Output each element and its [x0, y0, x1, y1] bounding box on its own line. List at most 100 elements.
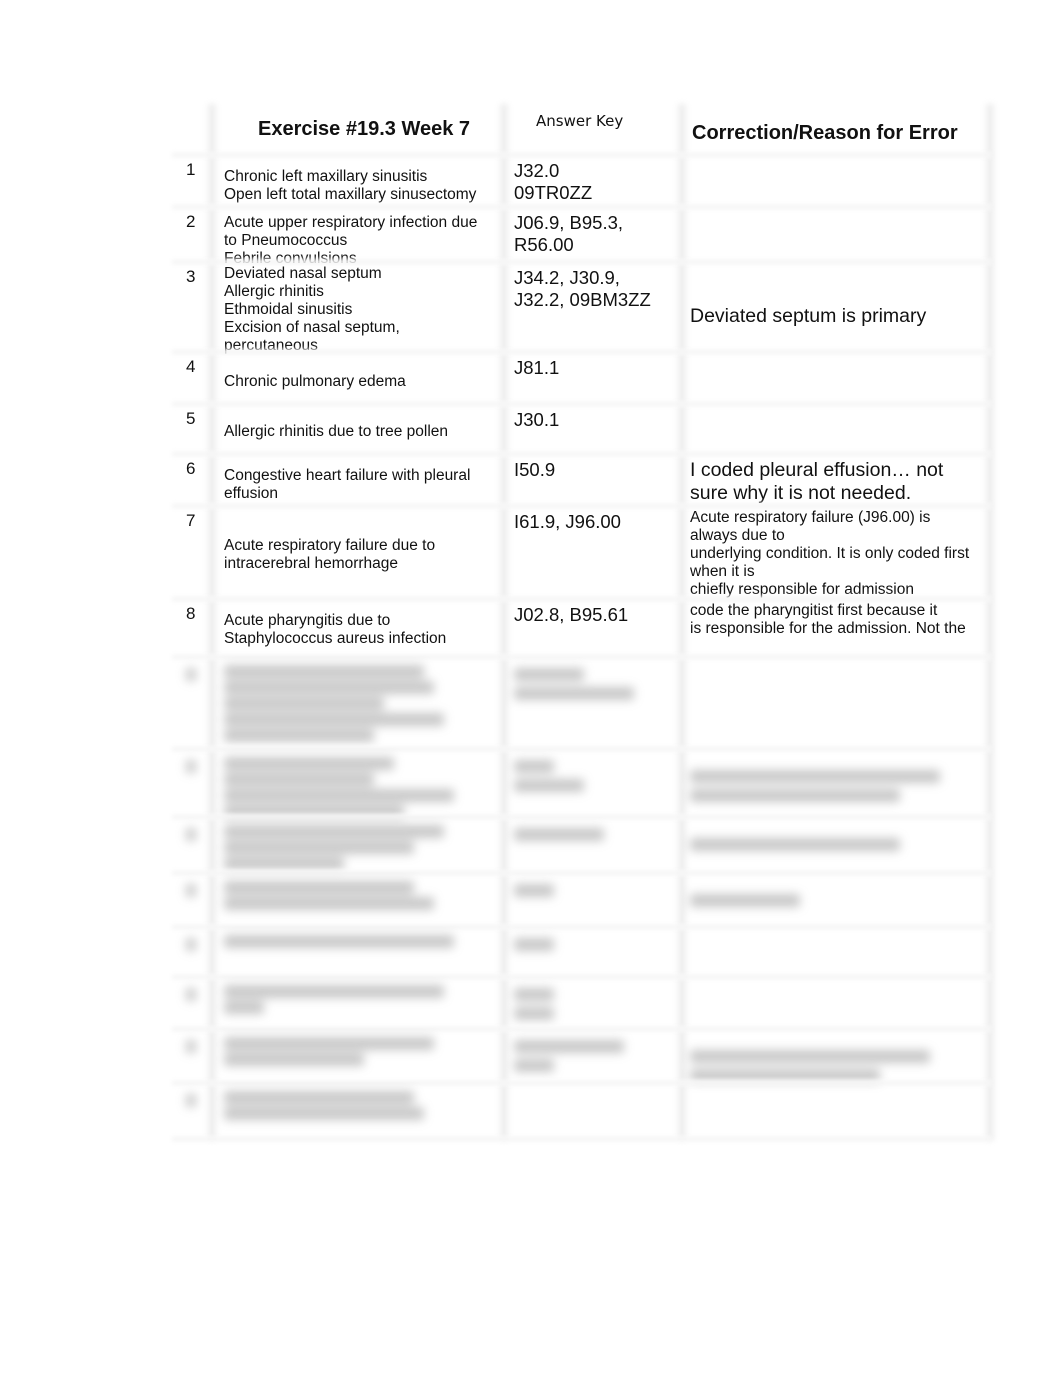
table-row: 2 Acute upper respiratory infection due to…	[172, 208, 992, 267]
obscured-code	[500, 658, 680, 750]
obscured-text	[224, 713, 444, 726]
obscured-number	[172, 874, 210, 928]
obscured-text	[224, 881, 414, 894]
obscured-number	[172, 658, 210, 750]
table-row: 3 Deviated nasal septum Allergic rhinitis E…	[172, 263, 992, 355]
correction-line: is responsible for the admission. Not th…	[690, 620, 966, 637]
answer-code-line: J06.9, B95.3,	[514, 212, 624, 233]
obscured-diagnosis	[210, 750, 500, 820]
correction-line: always due to	[690, 527, 785, 544]
obscured-number	[172, 1030, 210, 1088]
obscured-table-row	[172, 1084, 992, 1140]
diagnosis-cell: Chronic pulmonary edema	[210, 353, 500, 405]
answer-code-line: R56.00	[514, 234, 574, 255]
obscured-correction	[680, 978, 992, 1030]
obscured-text	[514, 1007, 554, 1020]
row-number: 1	[186, 160, 196, 179]
obscured-number	[172, 818, 210, 874]
diagnosis-cell: Congestive heart failure with pleural eff…	[210, 455, 500, 507]
row-number: 8	[186, 604, 196, 623]
diagnosis-line: Congestive heart failure with pleural	[224, 467, 471, 484]
obscured-text	[690, 838, 900, 851]
obscured-text	[224, 825, 444, 838]
correction-line: underlying condition. It is only coded f…	[690, 545, 970, 562]
obscured-text	[224, 789, 454, 802]
diagnosis-line: Ethmoidal sinusitis	[224, 301, 353, 318]
obscured-diagnosis	[210, 928, 500, 978]
obscured-text	[186, 988, 196, 1001]
obscured-text	[690, 789, 900, 802]
diagnosis-line: effusion	[224, 485, 279, 502]
obscured-text	[514, 760, 554, 773]
obscured-text	[186, 668, 196, 681]
row-number: 3	[186, 267, 196, 286]
table-row: 7 Acute respiratory failure due to intrace…	[172, 507, 992, 600]
diagnosis-line: Acute respiratory failure due to	[224, 537, 436, 554]
diagnosis-line: Staphylococcus aureus infection	[224, 630, 447, 647]
obscured-code	[500, 874, 680, 928]
answer-code-cell: I50.9	[500, 455, 680, 507]
correction-cell: I coded pleural effusion… not sure why it…	[680, 455, 992, 507]
correction-line: I coded pleural effusion… not	[690, 459, 944, 481]
obscured-diagnosis	[210, 1030, 500, 1088]
obscured-correction	[680, 1030, 992, 1088]
obscured-text	[224, 1053, 364, 1066]
diagnosis-cell: Acute pharyngitis due to Staphylococcus a…	[210, 600, 500, 658]
diagnosis-line: intracerebral hemorrhage	[224, 555, 399, 572]
diagnosis-line: Allergic rhinitis due to tree pollen	[224, 423, 449, 440]
correction-line: sure why it is not needed.	[690, 482, 912, 504]
obscured-text	[514, 988, 554, 1001]
obscured-diagnosis	[210, 818, 500, 874]
obscured-text	[690, 1069, 880, 1082]
answer-code-line: I50.9	[514, 459, 556, 480]
obscured-table-row	[172, 978, 992, 1030]
table-row: 1 Chronic left maxillary sinusitis Open le…	[172, 156, 992, 208]
obscured-number	[172, 978, 210, 1030]
diagnosis-line: Acute upper respiratory infection due	[224, 214, 478, 231]
obscured-correction	[680, 818, 992, 874]
obscured-text	[224, 985, 444, 998]
correction-line: code the pharyngitist first because it	[690, 602, 938, 619]
correction-cell	[680, 353, 992, 405]
answer-code-line: J81.1	[514, 357, 560, 378]
correction-line: Acute respiratory failure (J96.00) is	[690, 509, 931, 526]
table-row: 6 Congestive heart failure with pleural ef…	[172, 455, 992, 507]
obscured-text	[186, 884, 196, 897]
obscured-text	[224, 665, 424, 678]
obscured-correction	[680, 928, 992, 978]
diagnosis-cell: Deviated nasal septum Allergic rhinitis Et…	[210, 263, 500, 355]
obscured-text	[224, 841, 414, 854]
obscured-text	[224, 857, 344, 870]
correction-cell	[680, 405, 992, 455]
correction-cell	[680, 156, 992, 208]
obscured-correction	[680, 874, 992, 928]
correction-cell	[680, 208, 992, 268]
obscured-text	[514, 687, 634, 700]
obscured-text	[224, 805, 404, 818]
obscured-table-row	[172, 874, 992, 928]
obscured-number	[172, 750, 210, 820]
obscured-code	[500, 978, 680, 1030]
correction-cell: Acute respiratory failure (J96.00) is alw…	[680, 507, 992, 600]
table-row: 5 Allergic rhinitis due to tree pollen J30…	[172, 405, 992, 455]
header-number	[172, 104, 210, 156]
obscured-code	[500, 750, 680, 820]
diagnosis-line: Chronic pulmonary edema	[224, 373, 406, 390]
answer-code-cell: J34.2, J30.9, J32.2, 09BM3ZZ	[500, 263, 680, 355]
obscured-table-row	[172, 1030, 992, 1084]
obscured-text	[224, 1107, 424, 1120]
obscured-text	[186, 938, 196, 951]
obscured-text	[186, 1094, 196, 1107]
obscured-text	[514, 938, 554, 951]
table-row: 8 Acute pharyngitis due to Staphylococcus …	[172, 600, 992, 658]
obscured-correction	[680, 1084, 992, 1140]
obscured-code	[500, 1030, 680, 1088]
obscured-table-row	[172, 658, 992, 750]
obscured-text	[186, 828, 196, 841]
diagnosis-line: to Pneumococcus	[224, 232, 348, 249]
obscured-text	[224, 773, 374, 786]
obscured-correction	[680, 750, 992, 820]
header-exercise-title: Exercise #19.3 Week 7	[258, 118, 471, 140]
obscured-text	[224, 897, 434, 910]
obscured-diagnosis	[210, 978, 500, 1030]
